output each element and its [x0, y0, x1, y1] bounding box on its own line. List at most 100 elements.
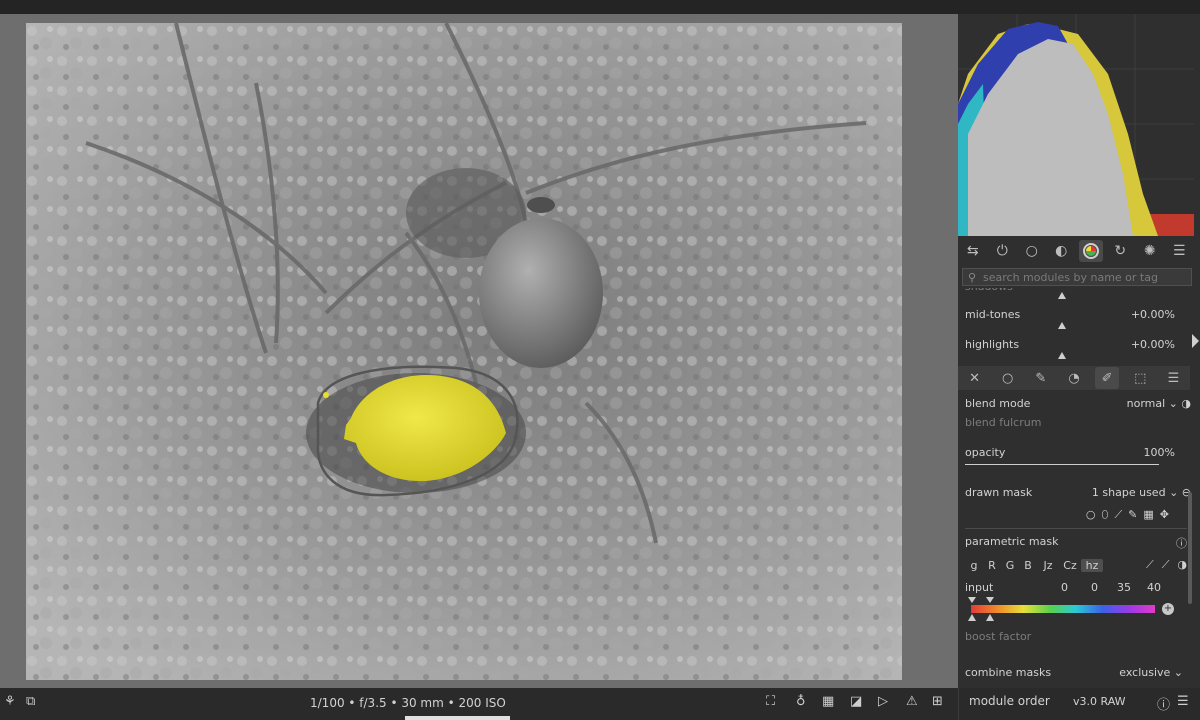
uniform-mask-icon[interactable]: ○: [996, 367, 1020, 389]
focus-peaking-icon[interactable]: ⛶: [766, 694, 775, 709]
input-label: input: [965, 581, 994, 594]
boost-factor-row[interactable]: boost factor: [965, 630, 1175, 643]
blend-fulcrum-row[interactable]: blend fulcrum: [965, 416, 1175, 429]
blend-mode-dropdown[interactable]: normal ⌄ ◑: [1127, 397, 1191, 410]
channel-tab-Jz[interactable]: Jz: [1037, 559, 1059, 572]
invert-icon[interactable]: ◑: [1177, 558, 1187, 572]
opacity-row[interactable]: opacity 100%: [965, 446, 1175, 459]
shadows-slider-tick[interactable]: [1058, 292, 1066, 299]
mask-off-icon[interactable]: ✕: [963, 367, 987, 389]
raw-overexposed-icon[interactable]: ◪: [850, 694, 862, 709]
divider: [965, 528, 1187, 529]
parametric-mask-label: parametric mask: [965, 535, 1059, 548]
filmstrip-handle[interactable]: [405, 716, 510, 720]
input-value-4: 40: [1147, 581, 1161, 594]
circle-shape-icon[interactable]: ○: [1086, 508, 1102, 521]
gamut-check-icon[interactable]: ⚠: [906, 694, 918, 709]
midtones-row[interactable]: mid-tones +0.00%: [965, 308, 1175, 321]
module-order-label: module order: [969, 694, 1050, 708]
midtones-slider-tick[interactable]: [1058, 322, 1066, 329]
right-panel: ⇆ ⏻ ○ ◐ ↻ ✺ ☰ ⚲ shadows mid-tones +0.00%…: [958, 14, 1200, 688]
expand-panel-arrow-icon[interactable]: [1192, 334, 1199, 348]
chevron-down-icon: ⌄: [1168, 397, 1178, 410]
ellipse-shape-icon[interactable]: ⬯: [1102, 508, 1115, 521]
correct-icon[interactable]: ↻: [1108, 240, 1132, 262]
parametric-mask-icon[interactable]: ◔: [1062, 367, 1086, 389]
photo-canvas[interactable]: [26, 23, 902, 680]
search-box[interactable]: ⚲: [962, 268, 1192, 286]
color-labels-icon[interactable]: ⚘: [4, 694, 16, 709]
drawn-mask-label: drawn mask: [965, 486, 1033, 499]
combine-masks-row[interactable]: combine masks exclusive ⌄: [965, 666, 1183, 679]
module-order-version[interactable]: v3.0 RAW: [1073, 695, 1126, 708]
midtones-value: +0.00%: [1130, 308, 1175, 321]
info-icon[interactable]: ⓘ: [1176, 535, 1187, 551]
histogram[interactable]: [958, 14, 1194, 236]
gradient-shape-icon[interactable]: ▦: [1143, 508, 1159, 521]
picker-icon[interactable]: ⟋: [1146, 558, 1154, 572]
hue-range-slider[interactable]: [971, 605, 1155, 613]
channel-tab-R[interactable]: R: [983, 559, 1001, 572]
path-shape-icon[interactable]: ⟋: [1114, 508, 1128, 521]
tone-icon[interactable]: ◐: [1049, 240, 1073, 262]
blend-reverse-icon[interactable]: ◑: [1181, 397, 1191, 410]
search-icon: ⚲: [967, 270, 977, 284]
parametric-mask-row: parametric mask ⓘ: [965, 535, 1187, 550]
channel-tab-hz[interactable]: hz: [1081, 558, 1103, 572]
range-marker-top-left[interactable]: [968, 597, 976, 603]
highlights-slider-tick[interactable]: [1058, 352, 1066, 359]
blend-fulcrum-label: blend fulcrum: [965, 416, 1042, 429]
drawn-parametric-mask-icon[interactable]: ✐: [1095, 367, 1120, 389]
quick-access-icon[interactable]: ⇆: [961, 240, 985, 262]
input-row: input 0 0 35 40: [965, 581, 1175, 594]
opacity-value: 100%: [1143, 446, 1175, 459]
drawn-mask-value: 1 shape used: [1091, 486, 1166, 499]
search-input[interactable]: [981, 270, 1191, 284]
blend-mode-value: normal: [1126, 397, 1166, 410]
duplicate-icon[interactable]: ⧉: [26, 694, 35, 709]
channel-tab-B[interactable]: B: [1019, 559, 1037, 572]
channel-tab-Cz[interactable]: Cz: [1059, 559, 1081, 572]
guides-icon[interactable]: ⊞: [932, 694, 943, 709]
histogram-graph: [958, 14, 1194, 236]
overexposed-icon[interactable]: ▦: [822, 694, 834, 709]
image-viewer[interactable]: [0, 14, 958, 688]
top-bar: [0, 0, 1200, 14]
range-marker-bottom-left[interactable]: [968, 614, 976, 621]
range-marker-bottom-right[interactable]: [986, 614, 994, 621]
input-value-2: 0: [1091, 581, 1098, 594]
channel-tab-G[interactable]: G: [1001, 559, 1019, 572]
midtones-label: mid-tones: [965, 308, 1021, 321]
panel-scrollbar[interactable]: [1188, 492, 1192, 604]
boost-factor-label: boost factor: [965, 630, 1032, 643]
drawn-mask-icon[interactable]: ✎: [1029, 367, 1053, 389]
drawn-mask-row[interactable]: drawn mask 1 shape used ⌄ ⊖: [965, 486, 1191, 499]
shape-tools: ○⬯⟋✎▦✥: [965, 508, 1175, 522]
raster-mask-icon[interactable]: ⬚: [1128, 367, 1152, 389]
opacity-slider-fill: [965, 464, 1159, 465]
info-icon[interactable]: ⓘ: [1157, 694, 1170, 713]
menu-icon[interactable]: ☰: [1177, 694, 1189, 709]
menu-icon[interactable]: ☰: [1167, 240, 1191, 262]
highlights-row[interactable]: highlights +0.00%: [965, 338, 1175, 351]
circle-icon[interactable]: ○: [1020, 240, 1044, 262]
bulb-icon[interactable]: ♁: [796, 694, 806, 709]
opacity-label: opacity: [965, 446, 1006, 459]
power-icon[interactable]: ⏻: [990, 240, 1014, 262]
blend-menu-icon[interactable]: ☰: [1161, 367, 1185, 389]
edit-shapes-icon[interactable]: ✥: [1160, 508, 1175, 521]
brush-shape-icon[interactable]: ✎: [1128, 508, 1143, 521]
blend-mode-row[interactable]: blend mode normal ⌄ ◑: [965, 397, 1191, 410]
blend-mode-label: blend mode: [965, 397, 1031, 410]
picker-set-icon[interactable]: ⟋: [1162, 558, 1170, 572]
input-value-1: 0: [1061, 581, 1068, 594]
effects-icon[interactable]: ✺: [1138, 240, 1162, 262]
softproof-icon[interactable]: ▷: [878, 694, 888, 709]
channel-tab-g[interactable]: g: [965, 559, 983, 572]
chevron-down-icon: ⌄: [1173, 666, 1183, 679]
color-wheel-icon[interactable]: [1078, 240, 1103, 262]
add-icon[interactable]: +: [1162, 603, 1174, 615]
combine-masks-value: exclusive: [1119, 666, 1171, 679]
range-marker-top-right[interactable]: [986, 597, 994, 603]
channel-tabs: g R G B Jz Cz hz ⟋ ⟋ ◑: [965, 556, 1187, 574]
